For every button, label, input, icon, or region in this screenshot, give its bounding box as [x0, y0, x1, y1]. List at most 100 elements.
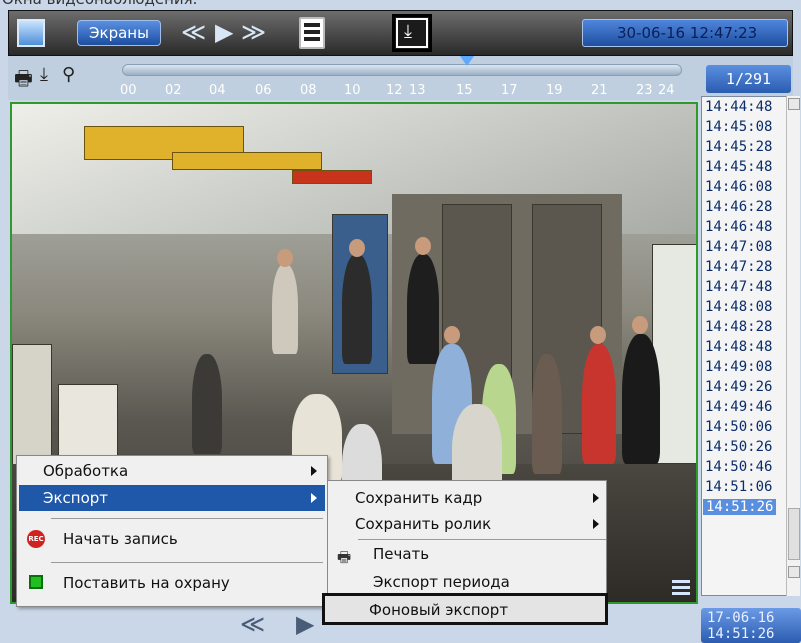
- menu-item-label: Экспорт: [43, 489, 109, 507]
- time-list-item[interactable]: 14:48:28: [705, 319, 772, 335]
- tick-label: 04: [209, 83, 226, 98]
- submenu-item-label: Сохранить кадр: [355, 489, 483, 507]
- time-list-item[interactable]: 14:47:08: [705, 239, 772, 255]
- date-value: 17-06-16: [707, 610, 775, 626]
- menu-separator: [51, 562, 323, 563]
- tick-label: 00: [120, 83, 137, 98]
- tick-label: 12: [386, 83, 403, 98]
- video-person-head: [444, 326, 460, 344]
- menu-item-start-recording[interactable]: REC Начать запись: [19, 526, 325, 552]
- timeline-slider[interactable]: [122, 64, 682, 76]
- tick-label: 17: [501, 83, 518, 98]
- time-list-scrollbar[interactable]: [786, 96, 800, 596]
- scroll-down-icon[interactable]: [788, 566, 800, 578]
- video-person: [532, 354, 562, 474]
- timeline-bar: 🖶 ⤓ ⚲ 00 02 04 06 08 10 12 13 15 17 19 2…: [8, 56, 793, 100]
- submenu-item-save-frame[interactable]: Сохранить кадр: [329, 485, 607, 511]
- time-list-item-selected[interactable]: 14:51:26: [703, 499, 777, 515]
- video-sign: [172, 152, 322, 170]
- rewind-icon[interactable]: ≪: [181, 17, 206, 47]
- play-icon[interactable]: ▶: [215, 17, 233, 47]
- context-menu: Обработка Экспорт REC Начать запись Пост…: [16, 455, 328, 607]
- video-person-head: [349, 239, 365, 257]
- frame-counter: 1/291: [706, 65, 791, 93]
- time-list-item[interactable]: 14:45:48: [705, 159, 772, 175]
- tick-label: 08: [300, 83, 317, 98]
- time-list-item[interactable]: 14:45:08: [705, 119, 772, 135]
- export-icon: ⤓: [404, 21, 412, 42]
- tick-label: 02: [165, 83, 182, 98]
- time-list-item[interactable]: 14:50:06: [705, 419, 772, 435]
- chevron-right-icon: [311, 466, 317, 476]
- timeline-ticks: 00 02 04 06 08 10 12 13 15 17 19 21 23 2…: [8, 83, 793, 99]
- video-person: [622, 334, 660, 464]
- video-person: [582, 344, 616, 464]
- tick-label: 21: [591, 83, 608, 98]
- date-time-box: 17-06-16 14:51:26: [701, 608, 801, 643]
- video-person-head: [632, 316, 648, 334]
- time-list-item[interactable]: 14:46:08: [705, 179, 772, 195]
- time-list-item[interactable]: 14:51:06: [705, 479, 772, 495]
- search-icon[interactable]: ⚲: [62, 64, 75, 85]
- time-list[interactable]: 14:44:48 14:45:08 14:45:28 14:45:48 14:4…: [701, 96, 787, 596]
- menu-item-label: Обработка: [43, 462, 129, 480]
- time-list-item[interactable]: 14:48:08: [705, 299, 772, 315]
- record-icon: REC: [27, 530, 45, 548]
- menu-separator: [358, 539, 606, 540]
- submenu-item-export-period[interactable]: Экспорт периода: [329, 569, 607, 595]
- time-list-item[interactable]: 14:46:28: [705, 199, 772, 215]
- time-list-item[interactable]: 14:49:26: [705, 379, 772, 395]
- submenu-item-print[interactable]: 🖶 Печать: [329, 541, 607, 567]
- time-list-item[interactable]: 14:49:46: [705, 399, 772, 415]
- play-icon[interactable]: ▶: [296, 610, 314, 638]
- menu-icon[interactable]: [672, 580, 690, 596]
- export-tape-button[interactable]: ⤓: [392, 14, 432, 52]
- square-view-button[interactable]: [17, 19, 45, 47]
- current-datetime: 30-06-16 12:47:23: [582, 19, 788, 47]
- submenu-item-label: Экспорт периода: [373, 573, 510, 591]
- time-list-item[interactable]: 14:50:46: [705, 459, 772, 475]
- video-person-head: [277, 249, 293, 267]
- submenu-item-save-clip[interactable]: Сохранить ролик: [329, 511, 607, 537]
- video-person: [192, 354, 222, 454]
- screens-button[interactable]: Экраны: [77, 20, 161, 46]
- time-list-item[interactable]: 14:50:26: [705, 439, 772, 455]
- time-list-item[interactable]: 14:44:48: [705, 99, 772, 115]
- time-list-item[interactable]: 14:45:28: [705, 139, 772, 155]
- scroll-thumb[interactable]: [788, 508, 800, 560]
- chevron-right-icon: [311, 493, 317, 503]
- video-person-head: [415, 237, 431, 255]
- time-list-item[interactable]: 14:47:28: [705, 259, 772, 275]
- rewind-icon[interactable]: ≪: [240, 610, 265, 638]
- menu-item-export[interactable]: Экспорт: [19, 485, 325, 511]
- timeline-marker-icon[interactable]: [460, 56, 474, 66]
- time-list-item[interactable]: 14:49:08: [705, 359, 772, 375]
- video-person: [407, 254, 439, 364]
- menu-item-processing[interactable]: Обработка: [19, 458, 325, 484]
- chevron-right-icon: [593, 519, 599, 529]
- download-icon[interactable]: ⤓: [40, 64, 48, 85]
- menu-item-label: Поставить на охрану: [63, 574, 230, 592]
- chevron-right-icon: [593, 493, 599, 503]
- arm-icon: [29, 575, 43, 589]
- menu-item-arm[interactable]: Поставить на охрану: [19, 570, 325, 596]
- video-sign: [292, 170, 372, 184]
- scroll-up-icon[interactable]: [788, 98, 800, 110]
- time-list-item[interactable]: 14:46:48: [705, 219, 772, 235]
- submenu-item-label: Сохранить ролик: [355, 515, 492, 533]
- video-person: [342, 254, 372, 364]
- video-person: [272, 264, 298, 354]
- fast-forward-icon[interactable]: ≫: [241, 17, 266, 47]
- list-view-icon[interactable]: [299, 17, 325, 49]
- tick-label: 10: [344, 83, 361, 98]
- top-toolbar: Экраны ≪ ▶ ≫ ⤓ 30-06-16 12:47:23: [8, 10, 793, 56]
- tick-label: 15: [456, 83, 473, 98]
- page-caption: Окна видеонаблюдения.: [2, 0, 197, 8]
- time-list-item[interactable]: 14:47:48: [705, 279, 772, 295]
- time-list-item[interactable]: 14:48:48: [705, 339, 772, 355]
- submenu-item-background-export[interactable]: Фоновый экспорт: [322, 593, 608, 625]
- tick-label: 13: [409, 83, 426, 98]
- tick-label: 19: [546, 83, 563, 98]
- tick-label: 06: [255, 83, 272, 98]
- video-person-head: [590, 326, 606, 344]
